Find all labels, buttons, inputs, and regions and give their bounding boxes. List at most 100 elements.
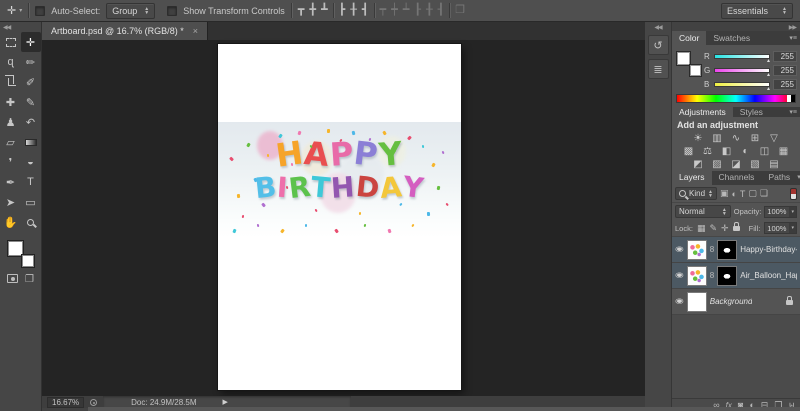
photo-filter-icon[interactable]: ◐ <box>738 145 754 158</box>
screen-mode-icon[interactable]: ❐ <box>25 274 34 285</box>
red-value-field[interactable]: 255 <box>773 51 797 62</box>
eraser-tool[interactable]: ▱ <box>1 132 21 152</box>
background-color-swatch[interactable] <box>689 64 702 77</box>
mask-link-icon[interactable]: 8 <box>710 271 714 280</box>
lock-all-icon[interactable] <box>733 226 740 231</box>
distribute-left-edges-icon[interactable]: ┠ <box>414 5 421 16</box>
rectangular-marquee-tool[interactable] <box>1 32 21 52</box>
align-left-edges-icon[interactable]: ┣ <box>339 5 346 16</box>
selective-color-icon[interactable]: ▤ <box>766 158 782 171</box>
layer-thumbnail[interactable] <box>687 292 707 312</box>
history-brush-tool[interactable]: ↶ <box>21 112 41 132</box>
filter-type-layers-icon[interactable]: T <box>740 189 746 199</box>
hand-tool[interactable]: ✋ <box>1 212 21 232</box>
tab-swatches[interactable]: Swatches <box>706 31 757 45</box>
filter-shape-layers-icon[interactable]: ▢ <box>748 188 757 199</box>
color-lookup-icon[interactable]: ▦ <box>776 145 792 158</box>
document-tab[interactable]: Artboard.psd @ 16.7% (RGB/8) * × <box>42 22 208 40</box>
tab-channels[interactable]: Channels <box>712 169 762 185</box>
properties-panel-icon[interactable]: ≣ <box>648 59 669 79</box>
shape-tool[interactable]: ▭ <box>21 192 41 212</box>
tab-styles[interactable]: Styles <box>733 107 770 117</box>
layer-row[interactable]: ◉Background <box>672 289 800 315</box>
opacity-field[interactable]: 100% ▾ <box>764 206 797 218</box>
layer-visibility-toggle[interactable]: ◉ <box>675 298 684 306</box>
tab-layers[interactable]: Layers <box>672 169 712 185</box>
path-selection-tool[interactable]: ➤ <box>1 192 21 212</box>
layer-mask-thumbnail[interactable] <box>717 240 737 260</box>
layer-visibility-toggle[interactable]: ◉ <box>675 272 684 280</box>
show-transform-checkbox[interactable] <box>167 6 177 16</box>
history-panel-icon[interactable]: ↺ <box>648 35 669 55</box>
workspace-switcher[interactable]: Essentials ▲▼ <box>721 3 793 19</box>
layer-thumbnail[interactable] <box>687 240 707 260</box>
artboard[interactable]: HAPPY BIRTHDAY <box>218 44 461 390</box>
status-flyout-icon[interactable]: ▶ <box>223 398 228 406</box>
quick-selection-tool[interactable]: ✏ <box>21 52 41 72</box>
lock-pixels-icon[interactable]: ✎ <box>709 223 717 234</box>
distribute-vertical-centers-icon[interactable]: ┿ <box>391 5 398 16</box>
zoom-level-field[interactable]: 16.67% <box>47 397 84 408</box>
panel-menu-icon[interactable]: ▾≡ <box>789 108 800 116</box>
distribute-top-edges-icon[interactable]: ┯ <box>380 5 387 16</box>
fill-field[interactable]: 100% ▾ <box>764 222 797 234</box>
background-color-swatch[interactable] <box>21 254 35 268</box>
layer-visibility-toggle[interactable]: ◉ <box>675 246 684 254</box>
tab-color[interactable]: Color <box>672 31 706 45</box>
clone-stamp-tool[interactable]: ♟ <box>1 112 21 132</box>
align-horizontal-centers-icon[interactable]: ╂ <box>350 5 357 16</box>
quick-mask-mode-icon[interactable] <box>7 274 18 283</box>
blur-tool[interactable]: ❜ <box>1 152 21 172</box>
color-balance-icon[interactable]: ⚖ <box>700 145 716 158</box>
move-tool[interactable]: ✛ <box>21 32 41 52</box>
exposure-icon[interactable]: ⊞ <box>747 132 763 145</box>
panel-menu-icon[interactable]: ▾≡ <box>789 34 800 42</box>
filter-kind-dropdown[interactable]: Kind ▲▼ <box>675 187 717 200</box>
posterize-icon[interactable]: ▨ <box>709 158 725 171</box>
threshold-icon[interactable]: ◪ <box>728 158 744 171</box>
vibrance-icon[interactable]: ▽ <box>766 132 782 145</box>
type-tool[interactable]: T <box>21 172 41 192</box>
layer-name[interactable]: Air_Balloon_Hap... <box>740 271 797 280</box>
lock-transparency-icon[interactable]: ▦ <box>697 223 706 234</box>
lasso-tool[interactable]: ɋ <box>1 52 21 72</box>
auto-align-layers-icon[interactable]: ❒ <box>455 5 465 16</box>
dodge-tool[interactable]: ◒ <box>21 152 41 172</box>
layer-mask-thumbnail[interactable] <box>717 266 737 286</box>
align-top-edges-icon[interactable]: ┳ <box>298 5 305 16</box>
blue-value-field[interactable]: 255 <box>773 79 797 90</box>
layer-row[interactable]: ◉8Happy-Birthday-... <box>672 237 800 263</box>
curves-icon[interactable]: ∿ <box>728 132 744 145</box>
channel-mixer-icon[interactable]: ◫ <box>757 145 773 158</box>
green-slider[interactable]: ▲ <box>714 68 770 73</box>
align-bottom-edges-icon[interactable]: ┻ <box>321 5 328 16</box>
crop-tool[interactable] <box>1 72 21 92</box>
auto-select-target-dropdown[interactable]: Group ▲▼ <box>106 3 155 19</box>
pen-tool[interactable]: ✒ <box>1 172 21 192</box>
levels-icon[interactable]: ▥ <box>709 132 725 145</box>
collapse-panel-icon[interactable]: ◀◀ <box>0 22 41 32</box>
close-icon[interactable]: × <box>193 26 198 36</box>
gradient-tool[interactable] <box>21 132 41 152</box>
eyedropper-tool[interactable]: ✐ <box>21 72 41 92</box>
filter-adjustment-layers-icon[interactable]: ◐ <box>731 189 736 199</box>
hue-saturation-icon[interactable]: ▩ <box>681 145 697 158</box>
distribute-bottom-edges-icon[interactable]: ┷ <box>403 5 410 16</box>
layer-filter-toggle[interactable] <box>790 188 797 200</box>
filter-smart-objects-icon[interactable]: ❏ <box>760 188 768 199</box>
invert-icon[interactable]: ◩ <box>690 158 706 171</box>
layer-row[interactable]: ◉ 8 Air_Balloon_Hap... <box>672 263 800 289</box>
collapse-dock-icon[interactable]: ▶▶ <box>672 22 800 31</box>
distribute-horizontal-centers-icon[interactable]: ╂ <box>426 5 433 16</box>
gradient-map-icon[interactable]: ▧ <box>747 158 763 171</box>
filter-pixel-layers-icon[interactable]: ▣ <box>720 188 729 199</box>
red-slider[interactable]: ▲ <box>714 54 770 59</box>
layer-thumbnail[interactable] <box>687 266 707 286</box>
expand-panels-icon[interactable]: ◀◀ <box>645 22 671 31</box>
brightness-contrast-icon[interactable]: ☀ <box>690 132 706 145</box>
green-value-field[interactable]: 255 <box>773 65 797 76</box>
align-right-edges-icon[interactable]: ┫ <box>362 5 369 16</box>
blend-mode-dropdown[interactable]: Normal ▲▼ <box>675 205 731 218</box>
color-spectrum-ramp[interactable] <box>676 94 796 103</box>
black-white-icon[interactable]: ◧ <box>719 145 735 158</box>
